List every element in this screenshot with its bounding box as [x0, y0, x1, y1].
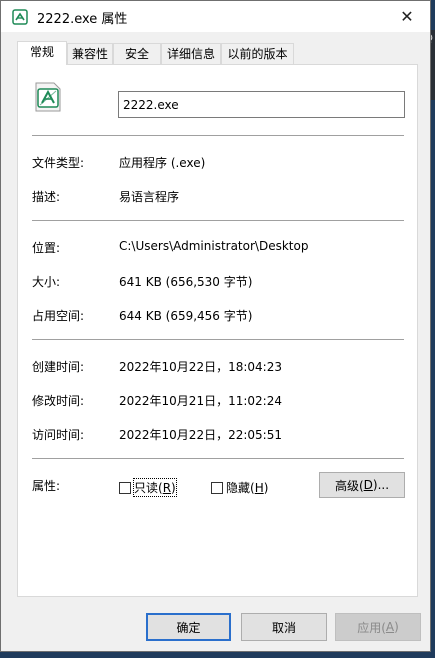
tab-general[interactable]: 常规 [17, 41, 67, 65]
tab-previous-versions[interactable]: 以前的版本 [221, 43, 294, 64]
cancel-button[interactable]: 取消 [241, 613, 327, 641]
created-value: 2022年10月22日，18:04:23 [119, 360, 282, 374]
description-value: 易语言程序 [119, 190, 180, 204]
readonly-checkbox-label: 只读(R) [133, 478, 177, 497]
advanced-accesskey: D [363, 478, 373, 492]
general-tab-panel: 文件类型: 应用程序 (.exe) 描述: 易语言程序 位置: C:\Users… [17, 64, 418, 597]
tab-security[interactable]: 安全 [113, 43, 161, 64]
modified-value: 2022年10月21日，11:02:24 [119, 394, 282, 408]
hidden-checkbox-box[interactable] [211, 481, 223, 494]
location-label: 位置: [32, 241, 61, 255]
size-value: 641 KB (656,530 字节) [119, 275, 253, 289]
file-type-value: 应用程序 (.exe) [119, 156, 206, 170]
close-button[interactable]: ✕ [384, 1, 430, 32]
accessed-label: 访问时间: [32, 428, 85, 442]
file-type-label: 文件类型: [32, 156, 85, 170]
properties-dialog: 2222.exe 属性 ✕ 常规 兼容性 安全 详细信息 以前的版本 文件类型:… [0, 0, 431, 652]
separator [32, 339, 404, 340]
apply-accesskey: A [385, 620, 395, 634]
app-icon [12, 9, 28, 25]
ok-button[interactable]: 确定 [146, 613, 231, 641]
location-value: C:\Users\Administrator\Desktop [119, 239, 309, 253]
hidden-text: 隐藏( [226, 481, 255, 495]
advanced-text-end: )... [372, 478, 390, 492]
close-icon: ✕ [400, 7, 414, 26]
hidden-checkbox-label: 隐藏(H) [226, 479, 268, 496]
apply-text: 应用( [357, 620, 386, 635]
advanced-button[interactable]: 高级(D)... [319, 472, 405, 498]
exe-file-icon [35, 82, 61, 112]
hidden-checkbox[interactable]: 隐藏(H) [211, 479, 268, 496]
hidden-accesskey: H [254, 481, 264, 495]
size-on-disk-value: 644 KB (659,456 字节) [119, 309, 253, 323]
advanced-text: 高级( [334, 478, 364, 493]
readonly-text-end: ) [171, 481, 176, 495]
readonly-checkbox-box[interactable] [119, 481, 131, 494]
separator [32, 220, 404, 221]
apply-text-end: ) [394, 620, 399, 634]
attributes-label: 属性: [32, 479, 61, 493]
size-label: 大小: [32, 275, 61, 289]
size-on-disk-label: 占用空间: [32, 309, 85, 323]
readonly-checkbox[interactable]: 只读(R) [119, 478, 177, 497]
readonly-text: 只读( [134, 481, 163, 495]
tab-details[interactable]: 详细信息 [161, 43, 221, 64]
title-bar[interactable]: 2222.exe 属性 ✕ [1, 1, 430, 32]
modified-label: 修改时间: [32, 394, 85, 408]
separator [32, 135, 404, 136]
description-label: 描述: [32, 190, 61, 204]
hidden-text-end: ) [263, 481, 269, 495]
created-label: 创建时间: [32, 360, 85, 374]
apply-button[interactable]: 应用(A) [335, 613, 421, 641]
window-title: 2222.exe 属性 [37, 12, 128, 27]
tab-compatibility[interactable]: 兼容性 [67, 43, 113, 64]
readonly-accesskey: R [162, 481, 172, 495]
accessed-value: 2022年10月22日，22:05:51 [119, 428, 282, 442]
separator [32, 458, 404, 459]
filename-input[interactable] [118, 91, 405, 118]
